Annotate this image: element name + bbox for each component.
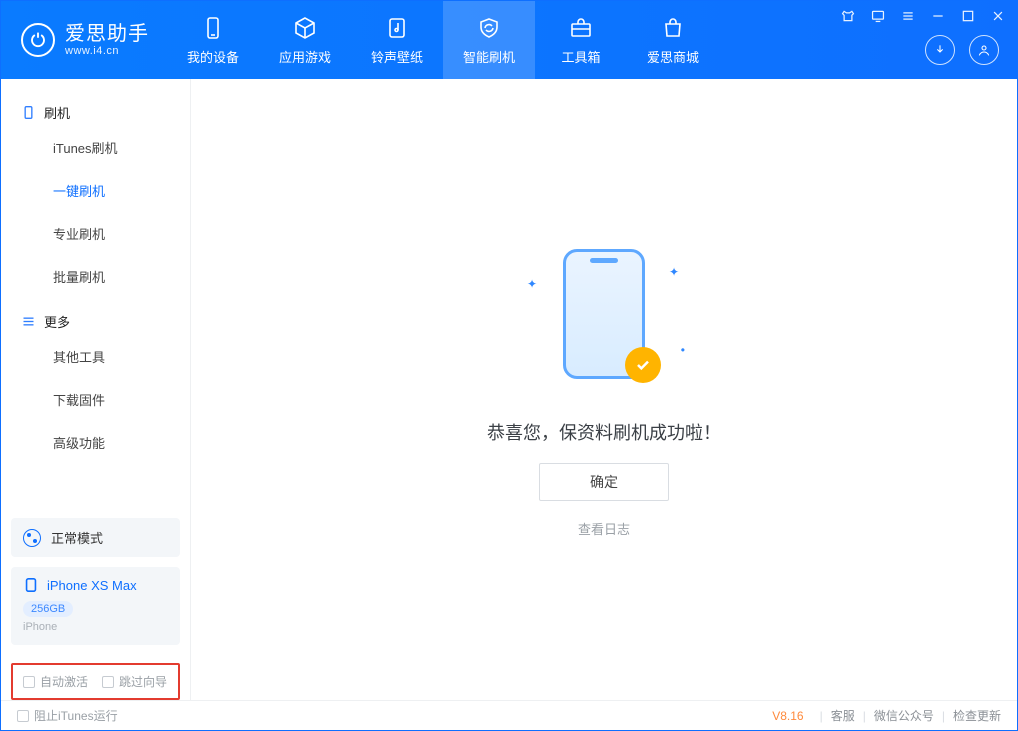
main-content: ✦ ✦ • 恭喜您，保资料刷机成功啦！ 确定 查看日志 bbox=[191, 79, 1017, 700]
nav-apps-games[interactable]: 应用游戏 bbox=[259, 1, 351, 79]
top-nav: 我的设备 应用游戏 铃声壁纸 智能刷机 工具箱 爱思商城 bbox=[167, 1, 719, 79]
app-logo[interactable]: 爱思助手 www.i4.cn bbox=[1, 23, 167, 57]
checkbox-prevent-itunes[interactable]: 阻止iTunes运行 bbox=[17, 707, 118, 724]
download-manager-button[interactable] bbox=[925, 35, 955, 65]
sidebar-group-more: 更多 bbox=[1, 298, 190, 335]
device-mode-pill[interactable]: 正常模式 bbox=[11, 518, 180, 557]
device-type: iPhone bbox=[23, 621, 168, 633]
logo-badge-icon bbox=[21, 23, 55, 57]
device-name: iPhone XS Max bbox=[47, 578, 137, 593]
checkbox-auto-activate[interactable]: 自动激活 bbox=[23, 673, 88, 690]
success-illustration: ✦ ✦ • bbox=[519, 241, 689, 401]
nav-store[interactable]: 爱思商城 bbox=[627, 1, 719, 79]
bag-icon bbox=[660, 15, 686, 41]
sidebar-item-batch-flash[interactable]: 批量刷机 bbox=[1, 255, 190, 298]
nav-label: 智能刷机 bbox=[463, 47, 515, 66]
phone-icon bbox=[200, 15, 226, 41]
footer: 阻止iTunes运行 V8.16 | 客服 | 微信公众号 | 检查更新 bbox=[1, 700, 1017, 730]
sidebar-item-one-click-flash[interactable]: 一键刷机 bbox=[1, 169, 190, 212]
nav-ringtones-wallpapers[interactable]: 铃声壁纸 bbox=[351, 1, 443, 79]
main-body: 刷机 iTunes刷机 一键刷机 专业刷机 批量刷机 更多 其他工具 下载固件 … bbox=[1, 79, 1017, 700]
app-name: 爱思助手 bbox=[65, 23, 149, 45]
sidebar-item-advanced[interactable]: 高级功能 bbox=[1, 421, 190, 464]
maximize-button[interactable] bbox=[959, 7, 977, 25]
nav-label: 工具箱 bbox=[561, 47, 600, 66]
nav-label: 爱思商城 bbox=[647, 47, 699, 66]
success-check-icon bbox=[625, 347, 661, 383]
cube-icon bbox=[292, 15, 318, 41]
device-icon bbox=[21, 105, 36, 120]
sidebar-group-flash: 刷机 bbox=[1, 89, 190, 126]
user-account-button[interactable] bbox=[969, 35, 999, 65]
sidebar-item-download-firmware[interactable]: 下载固件 bbox=[1, 378, 190, 421]
sidebar-item-other-tools[interactable]: 其他工具 bbox=[1, 335, 190, 378]
sidebar: 刷机 iTunes刷机 一键刷机 专业刷机 批量刷机 更多 其他工具 下载固件 … bbox=[1, 79, 191, 700]
nav-smart-flash[interactable]: 智能刷机 bbox=[443, 1, 535, 79]
menu-icon[interactable] bbox=[899, 7, 917, 25]
ok-button[interactable]: 确定 bbox=[539, 463, 669, 501]
header-right-buttons bbox=[925, 35, 999, 65]
window-controls bbox=[839, 7, 1007, 25]
nav-label: 我的设备 bbox=[187, 47, 239, 66]
device-phone-icon bbox=[23, 577, 39, 593]
nav-label: 铃声壁纸 bbox=[371, 47, 423, 66]
feedback-icon[interactable] bbox=[869, 7, 887, 25]
mode-label: 正常模式 bbox=[51, 528, 103, 547]
skin-icon[interactable] bbox=[839, 7, 857, 25]
app-url: www.i4.cn bbox=[65, 45, 149, 57]
footer-link-check-update[interactable]: 检查更新 bbox=[953, 707, 1001, 724]
close-button[interactable] bbox=[989, 7, 1007, 25]
version-label: V8.16 bbox=[772, 709, 803, 723]
nav-my-device[interactable]: 我的设备 bbox=[167, 1, 259, 79]
nav-label: 应用游戏 bbox=[279, 47, 331, 66]
nav-toolbox[interactable]: 工具箱 bbox=[535, 1, 627, 79]
sparkle-icon: ✦ bbox=[527, 277, 537, 291]
device-capacity: 256GB bbox=[23, 601, 73, 617]
footer-link-wechat[interactable]: 微信公众号 bbox=[874, 707, 934, 724]
group-title: 更多 bbox=[44, 312, 70, 331]
options-highlight-box: 自动激活 跳过向导 bbox=[11, 663, 180, 700]
sparkle-icon: ✦ bbox=[669, 265, 679, 279]
sparkle-icon: • bbox=[681, 343, 685, 357]
sidebar-item-pro-flash[interactable]: 专业刷机 bbox=[1, 212, 190, 255]
music-note-icon bbox=[384, 15, 410, 41]
footer-link-support[interactable]: 客服 bbox=[831, 707, 855, 724]
header: 爱思助手 www.i4.cn 我的设备 应用游戏 铃声壁纸 智能刷机 工具箱 爱… bbox=[1, 1, 1017, 79]
sidebar-item-itunes-flash[interactable]: iTunes刷机 bbox=[1, 126, 190, 169]
success-message: 恭喜您，保资料刷机成功啦！ bbox=[487, 419, 721, 445]
minimize-button[interactable] bbox=[929, 7, 947, 25]
list-icon bbox=[21, 314, 36, 329]
refresh-shield-icon bbox=[476, 15, 502, 41]
view-log-link[interactable]: 查看日志 bbox=[578, 519, 630, 538]
mode-icon bbox=[23, 529, 41, 547]
device-card[interactable]: iPhone XS Max 256GB iPhone bbox=[11, 567, 180, 645]
group-title: 刷机 bbox=[44, 103, 70, 122]
toolbox-icon bbox=[568, 15, 594, 41]
checkbox-skip-setup[interactable]: 跳过向导 bbox=[102, 673, 167, 690]
